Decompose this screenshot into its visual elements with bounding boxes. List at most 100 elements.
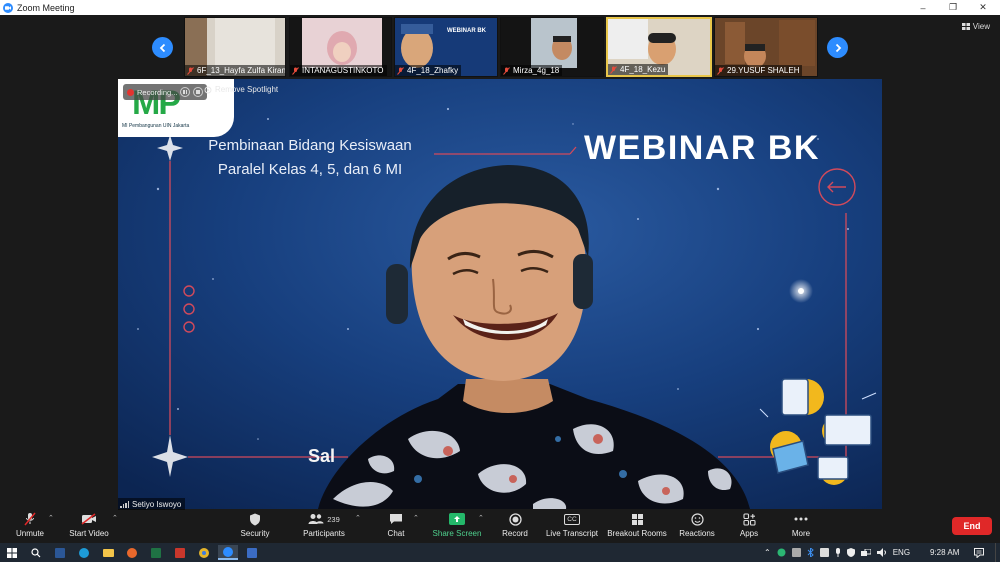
live-transcript-button[interactable]: CC Live Transcript (545, 512, 599, 538)
gallery-prev-button[interactable] (152, 37, 173, 58)
participants-options-caret[interactable]: ⌃ (355, 514, 361, 522)
participants-label: Participants (303, 529, 345, 538)
taskbar-edge[interactable] (74, 545, 94, 560)
taskbar-zoom[interactable] (218, 545, 238, 560)
participant-name: 4F_18_Kezu (620, 65, 666, 74)
participant-name: 6F_13_Hayfa Zulfa Kirani (197, 66, 285, 75)
slide-title: WEBINAR BK (584, 129, 820, 167)
participant-tile[interactable]: 6F_13_Hayfa Zulfa Kirani (184, 17, 286, 77)
participant-tile[interactable]: Mirza_4g_18 (500, 17, 604, 77)
view-label: View (972, 22, 990, 31)
security-button[interactable]: Security (238, 512, 272, 538)
taskbar-chrome[interactable] (194, 545, 214, 560)
search-icon (31, 547, 41, 557)
mic-muted-icon (292, 66, 299, 75)
logo-subtext: MI Pembangunan UIN Jakarta (122, 123, 190, 129)
notifications-button[interactable] (974, 543, 984, 562)
zoom-window: Zoom Meeting – ❐ ✕ 6F_13_Hayfa Zulfa Kir… (0, 0, 1000, 562)
participant-tile[interactable]: WEBINAR BK 4F_18_Zhafky (394, 17, 498, 77)
title-bar: Zoom Meeting – ❐ ✕ (0, 0, 1000, 15)
start-video-button[interactable]: Start Video (66, 512, 112, 538)
edge-icon (79, 547, 89, 558)
glow-star-core (798, 288, 804, 294)
clock[interactable]: 9:28 AM (930, 543, 959, 562)
window-title: Zoom Meeting (17, 2, 75, 13)
spotlight-icon (204, 86, 212, 93)
video-off-icon (81, 513, 96, 525)
apps-label: Apps (739, 529, 759, 538)
audio-options-caret[interactable]: ⌃ (48, 514, 54, 522)
spotlight-video[interactable]: MP MI Pembangunan UIN Jakarta Recording.… (118, 79, 882, 509)
chat-button[interactable]: Chat (382, 512, 410, 538)
show-desktop-button[interactable] (995, 543, 1000, 562)
apps-button[interactable]: Apps (737, 512, 761, 538)
tray-app-icon[interactable] (791, 548, 801, 557)
participant-tile[interactable]: 4F_18_Kezu (606, 17, 712, 77)
firefox-icon (127, 547, 137, 558)
participant-tile[interactable]: 29.YUSUF SHALEH (714, 17, 818, 77)
tray-overflow-icon[interactable]: ⌃ (764, 548, 771, 557)
security-label: Security (240, 529, 270, 538)
more-icon (794, 517, 808, 521)
taskbar-firefox[interactable] (122, 545, 142, 560)
tray-app-icon[interactable] (819, 548, 829, 557)
shield-icon[interactable] (846, 548, 855, 557)
word-icon (55, 547, 65, 558)
mic-muted-icon (717, 66, 724, 75)
taskbar-explorer[interactable] (98, 545, 118, 560)
share-options-caret[interactable]: ⌃ (478, 514, 484, 522)
participant-name: INTANAGUSTINKOTO (302, 66, 384, 75)
volume-icon[interactable] (876, 548, 887, 557)
participant-tile[interactable]: INTANAGUSTINKOTO (289, 17, 392, 77)
tray-app-icon[interactable] (777, 548, 786, 557)
end-meeting-button[interactable]: End (952, 517, 992, 535)
svg-text:WEBINAR BK: WEBINAR BK (447, 28, 487, 34)
mic-muted-icon (24, 512, 36, 526)
breakout-rooms-label: Breakout Rooms (607, 529, 667, 538)
taskbar-app[interactable] (170, 545, 190, 560)
taskbar-search-button[interactable] (26, 545, 46, 560)
remove-spotlight-button[interactable]: Remove Spotlight (204, 85, 278, 94)
restore-button[interactable]: ❐ (938, 0, 968, 15)
windows-taskbar: ⌃ ENG 9:28 AM (0, 543, 1000, 562)
windows-logo-icon (7, 547, 17, 558)
slide-partial-text: Sal (308, 446, 336, 466)
pause-recording-icon[interactable] (180, 87, 191, 97)
share-screen-button[interactable]: Share Screen (432, 512, 482, 538)
mic-muted-icon (397, 66, 404, 75)
view-button[interactable]: View (961, 22, 990, 31)
video-options-caret[interactable]: ⌃ (112, 514, 118, 522)
participant-name: 29.YUSUF SHALEH (727, 66, 800, 75)
chat-label: Chat (387, 529, 405, 538)
more-button[interactable]: More (789, 512, 813, 538)
taskbar-word[interactable] (50, 545, 70, 560)
zoom-logo-icon (3, 2, 13, 13)
unmute-button[interactable]: Unmute (14, 512, 46, 538)
language-indicator[interactable]: ENG (893, 548, 910, 557)
gallery-next-button[interactable] (827, 37, 848, 58)
slide-subtitle-line1: Pembinaan Bidang Kesiswaan (208, 137, 412, 154)
participants-button[interactable]: 239 Participants (300, 512, 348, 538)
breakout-rooms-button[interactable]: Breakout Rooms (607, 512, 667, 538)
record-button[interactable]: Record (498, 512, 532, 538)
network-icon[interactable] (860, 548, 871, 557)
close-window-button[interactable]: ✕ (968, 0, 998, 15)
notification-icon (974, 547, 984, 558)
start-button[interactable] (2, 545, 22, 560)
stop-recording-icon[interactable] (193, 87, 204, 97)
app-icon (247, 547, 257, 558)
bluetooth-icon[interactable] (807, 548, 814, 557)
reactions-button[interactable]: Reactions (679, 512, 715, 538)
app-icon (175, 547, 185, 558)
participants-icon (308, 514, 324, 524)
taskbar-excel[interactable] (146, 545, 166, 560)
minimize-button[interactable]: – (908, 0, 938, 15)
chat-options-caret[interactable]: ⌃ (413, 514, 419, 522)
recording-dot-icon (127, 88, 134, 96)
recording-indicator: Recording... (123, 84, 208, 100)
taskbar-app[interactable] (242, 545, 262, 560)
microphone-icon[interactable] (835, 548, 841, 557)
remove-spotlight-label: Remove Spotlight (215, 85, 279, 94)
recording-label: Recording... (137, 87, 178, 97)
folder-icon (102, 549, 114, 557)
